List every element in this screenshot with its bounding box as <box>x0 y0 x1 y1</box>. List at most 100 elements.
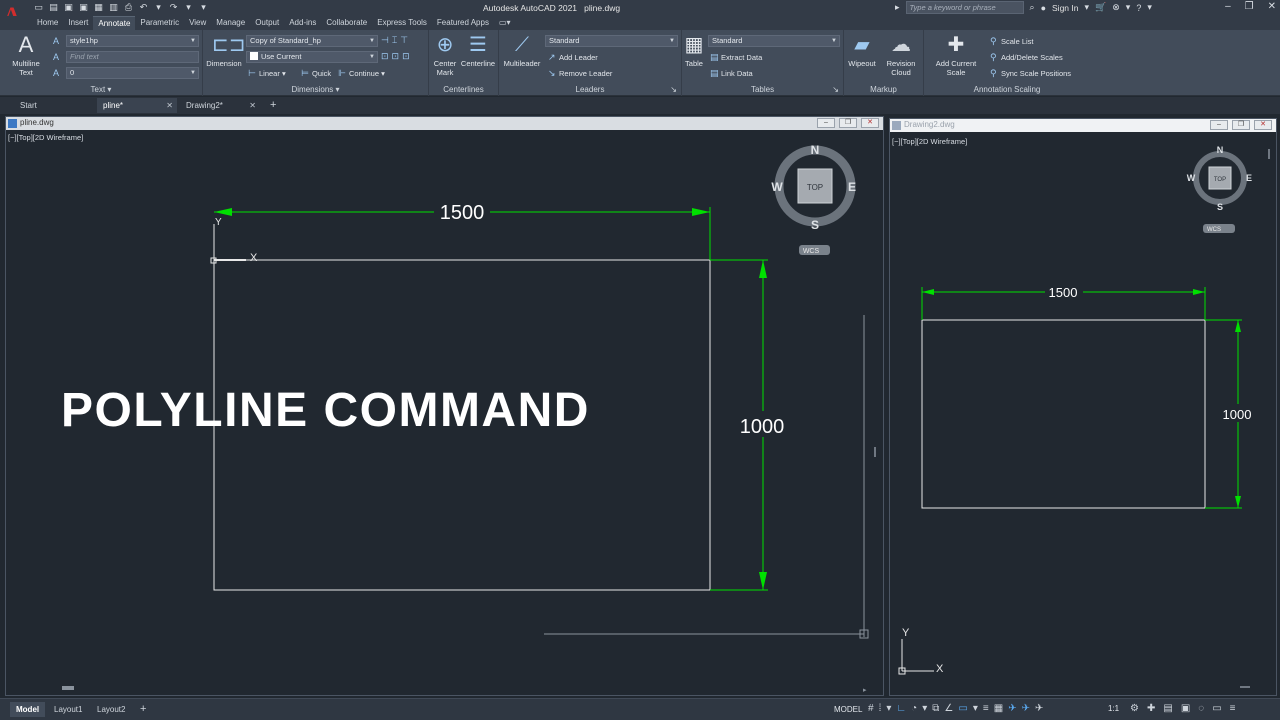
ribbon-tab-insert[interactable]: Insert <box>63 16 93 30</box>
ribbon-tab-output[interactable]: Output <box>250 16 284 30</box>
table-style-combo[interactable]: Standard ▼ <box>708 35 840 47</box>
workspace-gear-icon[interactable]: ⚙ <box>1130 703 1139 714</box>
dimension-button[interactable]: ⊏⊐ Dimension <box>203 33 245 68</box>
layout-tab-model[interactable]: Model <box>10 702 46 717</box>
help-search-input[interactable]: Type a keyword or phrase <box>905 1 1024 14</box>
model-space-toggle[interactable]: MODEL <box>834 705 862 714</box>
linear-button[interactable]: ⊢ Linear ▾ <box>248 68 286 79</box>
plot-icon[interactable]: ⎙ <box>123 2 134 13</box>
redo-icon[interactable]: ↷ <box>168 2 179 13</box>
ribbon-tab-home[interactable]: Home <box>32 16 63 30</box>
redo-dropdown-icon[interactable]: ▾ <box>183 2 194 13</box>
user-icon[interactable]: ● <box>1041 3 1046 13</box>
save-web-icon[interactable]: ▥ <box>108 2 119 13</box>
units-icon[interactable]: ▤ <box>1163 703 1172 714</box>
viewcube-south[interactable]: S <box>1217 202 1223 212</box>
sync-scale-positions-button[interactable]: ⚲ Sync Scale Positions <box>990 68 1071 79</box>
layout-tab-layout2[interactable]: Layout2 <box>91 702 131 717</box>
viewcube-east[interactable]: E <box>1246 173 1252 183</box>
minimize-icon[interactable]: – <box>817 118 835 128</box>
signin-dropdown-icon[interactable]: ▾ <box>1084 2 1089 13</box>
viewport-drawing2[interactable]: 1500 1000 TOP N S E W WCS Y X Drawing2.d… <box>889 118 1277 696</box>
find-text-input[interactable]: Find text <box>66 51 199 63</box>
annotation-scale-icon[interactable]: ✈ <box>1035 703 1043 714</box>
viewport-titlebar[interactable]: Drawing2.dwg – ❐ ✕ <box>890 119 1276 132</box>
dim-update-icon[interactable]: ⊡ <box>392 51 400 62</box>
restore-icon[interactable]: ❐ <box>1232 120 1250 130</box>
open-file-icon[interactable]: ▤ <box>48 2 59 13</box>
add-leader-button[interactable]: ↗ Add Leader <box>548 52 598 63</box>
table-button[interactable]: ▦ Table <box>682 33 706 68</box>
viewcube-face-label[interactable]: TOP <box>1214 177 1226 183</box>
search-icon[interactable]: ⌕ <box>1030 2 1035 13</box>
exchange-dropdown-icon[interactable]: ▾ <box>1126 2 1131 13</box>
ribbon-tab-annotate[interactable]: Annotate <box>93 16 136 30</box>
wcs-label[interactable]: WCS <box>1207 227 1221 233</box>
dimensions-panel-title[interactable]: Dimensions ▾ <box>203 85 428 94</box>
doc-tab-pline[interactable]: pline* ✕ <box>97 98 177 113</box>
close-icon[interactable]: ✕ <box>1254 120 1272 130</box>
dim-inspect-icon[interactable]: ⊡ <box>381 51 389 62</box>
isolate-objects-icon[interactable]: ◌ <box>1198 703 1204 714</box>
dim-style-combo[interactable]: Copy of Standard_hp ▼ <box>246 35 378 47</box>
centerline-button[interactable]: ☰ Centerline <box>459 33 497 68</box>
text-style-combo[interactable]: style1hp ▼ <box>66 35 199 47</box>
viewcube-north[interactable]: N <box>1217 145 1224 155</box>
doc-tab-drawing2[interactable]: Drawing2* ✕ <box>180 98 260 113</box>
close-icon[interactable]: ✕ <box>1268 1 1276 12</box>
new-layout-icon[interactable]: + <box>134 702 152 717</box>
sign-in-button[interactable]: Sign In <box>1052 3 1078 13</box>
close-icon[interactable]: ✕ <box>166 98 173 113</box>
dim-break-2-icon[interactable]: ⊤ <box>400 35 408 46</box>
tables-panel-title[interactable]: Tables ↘ <box>682 85 843 94</box>
viewport-titlebar[interactable]: pline.dwg – ❐ ✕ <box>6 117 883 130</box>
ribbon-tab-featured-apps[interactable]: Featured Apps <box>432 16 494 30</box>
auto-scale-icon[interactable]: ✈ <box>1022 703 1030 714</box>
osnap-dropdown-icon[interactable]: ▾ <box>973 703 978 714</box>
snap-icon[interactable]: ⁞ <box>879 703 882 714</box>
close-icon[interactable]: ✕ <box>861 118 879 128</box>
layout-tab-layout1[interactable]: Layout1 <box>48 702 88 717</box>
close-icon[interactable]: ✕ <box>249 98 256 113</box>
save-icon[interactable]: ▣ <box>63 2 74 13</box>
save-as-icon[interactable]: ▣ <box>78 2 89 13</box>
snap-dropdown-icon[interactable]: ▾ <box>886 703 891 714</box>
revision-cloud-button[interactable]: ☁ Revision Cloud <box>882 33 920 77</box>
viewcube-south[interactable]: S <box>811 218 819 232</box>
annotation-visibility-icon[interactable]: ✈ <box>1008 703 1016 714</box>
customization-icon[interactable]: ≡ <box>1230 703 1236 714</box>
wcs-label[interactable]: WCS <box>803 248 820 255</box>
wipeout-button[interactable]: ▰ Wipeout <box>846 33 878 68</box>
viewport-controls-label[interactable]: [−][Top][2D Wireframe] <box>8 133 83 142</box>
dim-adjust-space-icon[interactable]: ⌶ <box>392 35 397 46</box>
ribbon-tab-view[interactable]: View <box>184 16 211 30</box>
ribbon-tab-collaborate[interactable]: Collaborate <box>321 16 372 30</box>
ribbon-tab-express-tools[interactable]: Express Tools <box>372 16 432 30</box>
markup-panel-title[interactable]: Markup <box>844 85 923 94</box>
viewcube-west[interactable]: W <box>1187 173 1196 183</box>
continue-button[interactable]: ⊩ Continue ▾ <box>338 68 385 79</box>
center-mark-button[interactable]: ⊕ Center Mark <box>431 33 459 77</box>
viewcube-north[interactable]: N <box>811 143 820 157</box>
dim-break-icon[interactable]: ⊣ <box>381 35 389 46</box>
object-snap-icon[interactable]: ▭ <box>958 703 967 714</box>
quick-dimension-button[interactable]: ⊨ Quick <box>301 68 331 79</box>
undo-dropdown-icon[interactable]: ▾ <box>153 2 164 13</box>
multileader-button[interactable]: ⟋ Multileader <box>501 33 543 68</box>
help-dropdown-icon[interactable]: ▾ <box>1147 2 1152 13</box>
new-file-icon[interactable]: ▭ <box>33 2 44 13</box>
isodraft-icon[interactable]: ⧉ <box>932 703 939 714</box>
minimize-icon[interactable]: – <box>1225 1 1231 12</box>
doc-tab-start[interactable]: Start <box>14 98 94 113</box>
viewport-controls-label[interactable]: [−][Top][2D Wireframe] <box>892 137 967 146</box>
link-data-button[interactable]: ▤ Link Data <box>710 68 753 79</box>
web-mobile-icon[interactable]: ▦ <box>93 2 104 13</box>
transparency-icon[interactable]: ▦ <box>994 703 1003 714</box>
annotation-scale[interactable]: 1:1 <box>1108 704 1119 713</box>
viewcube-east[interactable]: E <box>848 180 856 194</box>
add-delete-scales-button[interactable]: ⚲ Add/Delete Scales <box>990 52 1063 63</box>
clean-screen-icon[interactable]: ▭ <box>1212 703 1221 714</box>
maximize-icon[interactable]: ❐ <box>1245 1 1254 12</box>
annotation-monitor-icon[interactable]: ✚ <box>1147 703 1155 714</box>
new-tab-icon[interactable]: + <box>264 98 280 113</box>
